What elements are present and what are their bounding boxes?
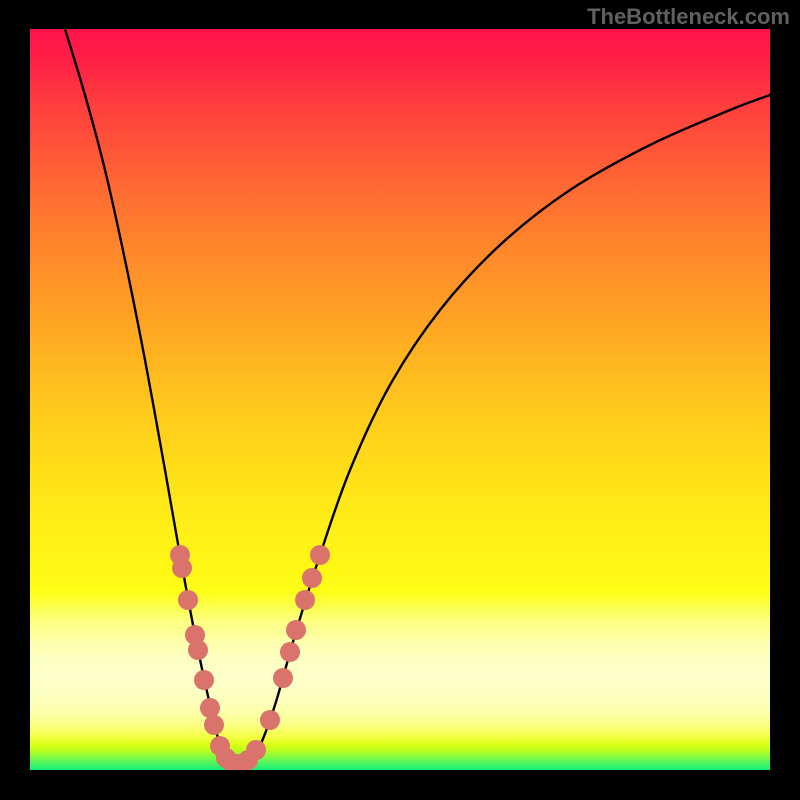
bottleneck-curve — [65, 29, 770, 767]
data-point-marker — [200, 698, 220, 718]
data-point-marker — [273, 668, 293, 688]
data-point-marker — [310, 545, 330, 565]
data-point-marker — [280, 642, 300, 662]
chart-container: TheBottleneck.com — [0, 0, 800, 800]
data-point-marker — [194, 670, 214, 690]
data-point-marker — [295, 590, 315, 610]
data-point-marker — [172, 558, 192, 578]
chart-svg — [30, 29, 770, 770]
data-point-marker — [178, 590, 198, 610]
highlighted-points — [170, 545, 330, 770]
data-point-marker — [302, 568, 322, 588]
plot-area — [30, 29, 770, 770]
data-point-marker — [246, 740, 266, 760]
data-point-marker — [204, 715, 224, 735]
data-point-marker — [286, 620, 306, 640]
data-point-marker — [188, 640, 208, 660]
data-point-marker — [260, 710, 280, 730]
watermark-text: TheBottleneck.com — [587, 4, 790, 30]
